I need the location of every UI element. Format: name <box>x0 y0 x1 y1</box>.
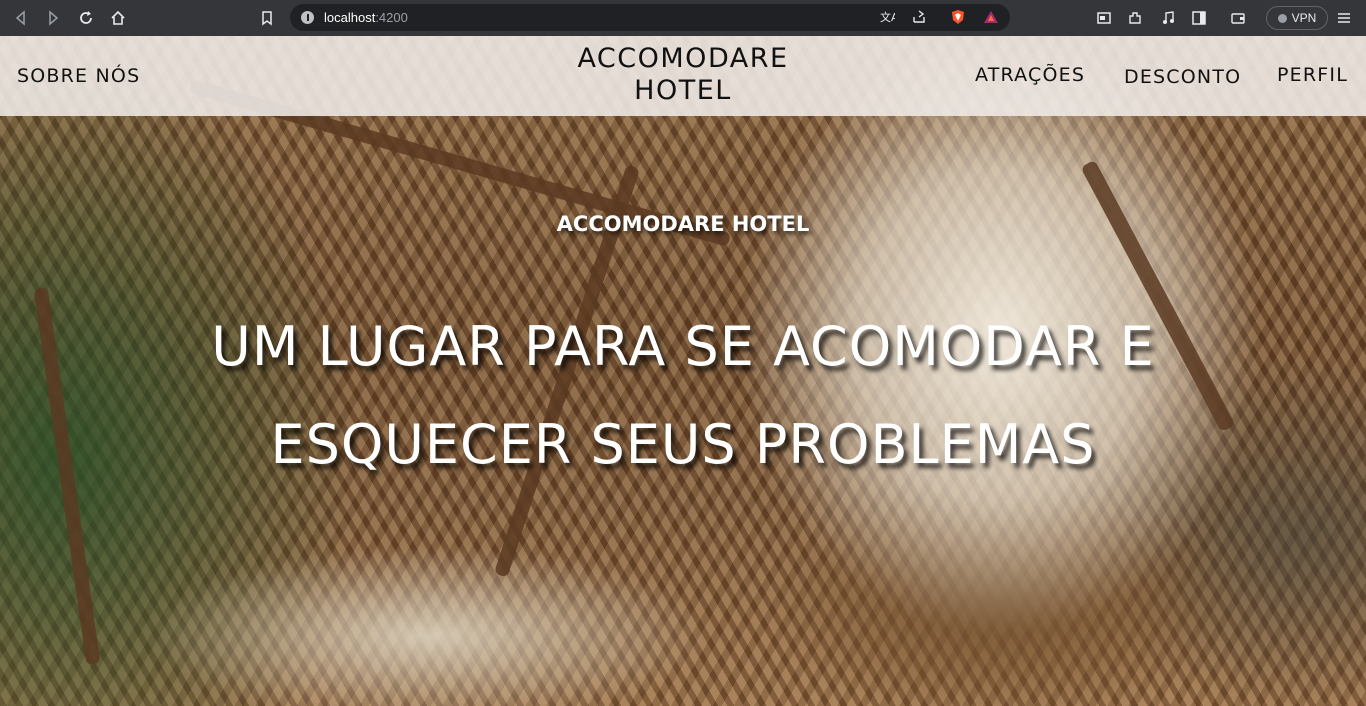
hero-subtitle: ACCOMODARE HOTEL <box>556 212 810 236</box>
site-info-icon[interactable] <box>301 11 314 24</box>
back-icon[interactable] <box>10 7 32 29</box>
vpn-status-icon <box>1277 13 1287 23</box>
brave-rewards-icon[interactable] <box>980 6 1002 28</box>
svg-text:文A: 文A <box>880 10 895 24</box>
nav-link-desconto[interactable]: DESCONTO <box>1124 66 1241 88</box>
brand-line-1: ACCOMODARE <box>577 43 789 74</box>
tab-search-icon[interactable] <box>1093 7 1115 29</box>
vpn-button[interactable]: VPN <box>1266 6 1328 30</box>
brave-shield-icon[interactable] <box>947 6 969 28</box>
extensions-icon[interactable] <box>1124 7 1146 29</box>
wallet-icon[interactable] <box>1227 7 1249 29</box>
media-icon[interactable] <box>1157 7 1179 29</box>
browser-toolbar: localhost:4200 文A VPN <box>0 0 1366 36</box>
brand-logo[interactable]: ACCOMODARE HOTEL <box>560 43 806 107</box>
translate-icon[interactable]: 文A <box>876 6 898 28</box>
reload-icon[interactable] <box>75 7 97 29</box>
menu-icon[interactable] <box>1333 7 1355 29</box>
bookmark-icon[interactable] <box>256 7 278 29</box>
hero-title: UM LUGAR PARA SE ACOMODAR E ESQUECER SEU… <box>211 315 1155 476</box>
share-icon[interactable] <box>908 6 930 28</box>
home-icon[interactable] <box>107 7 129 29</box>
nav-link-perfil[interactable]: PERFIL <box>1277 64 1348 86</box>
hotel-homepage: SOBRE NÓS ACCOMODARE HOTEL ATRAÇÕES DESC… <box>0 36 1366 706</box>
brand-line-2: HOTEL <box>634 75 732 106</box>
address-bar[interactable]: localhost:4200 文A <box>290 4 1010 31</box>
forward-icon[interactable] <box>42 7 64 29</box>
nav-link-sobre-nos[interactable]: SOBRE NÓS <box>17 65 140 87</box>
vpn-label: VPN <box>1291 11 1317 25</box>
nav-link-atracoes[interactable]: ATRAÇÕES <box>975 64 1085 86</box>
site-navbar: SOBRE NÓS ACCOMODARE HOTEL ATRAÇÕES DESC… <box>0 36 1366 116</box>
sidebar-icon[interactable] <box>1188 7 1210 29</box>
url-text: localhost:4200 <box>324 10 408 25</box>
